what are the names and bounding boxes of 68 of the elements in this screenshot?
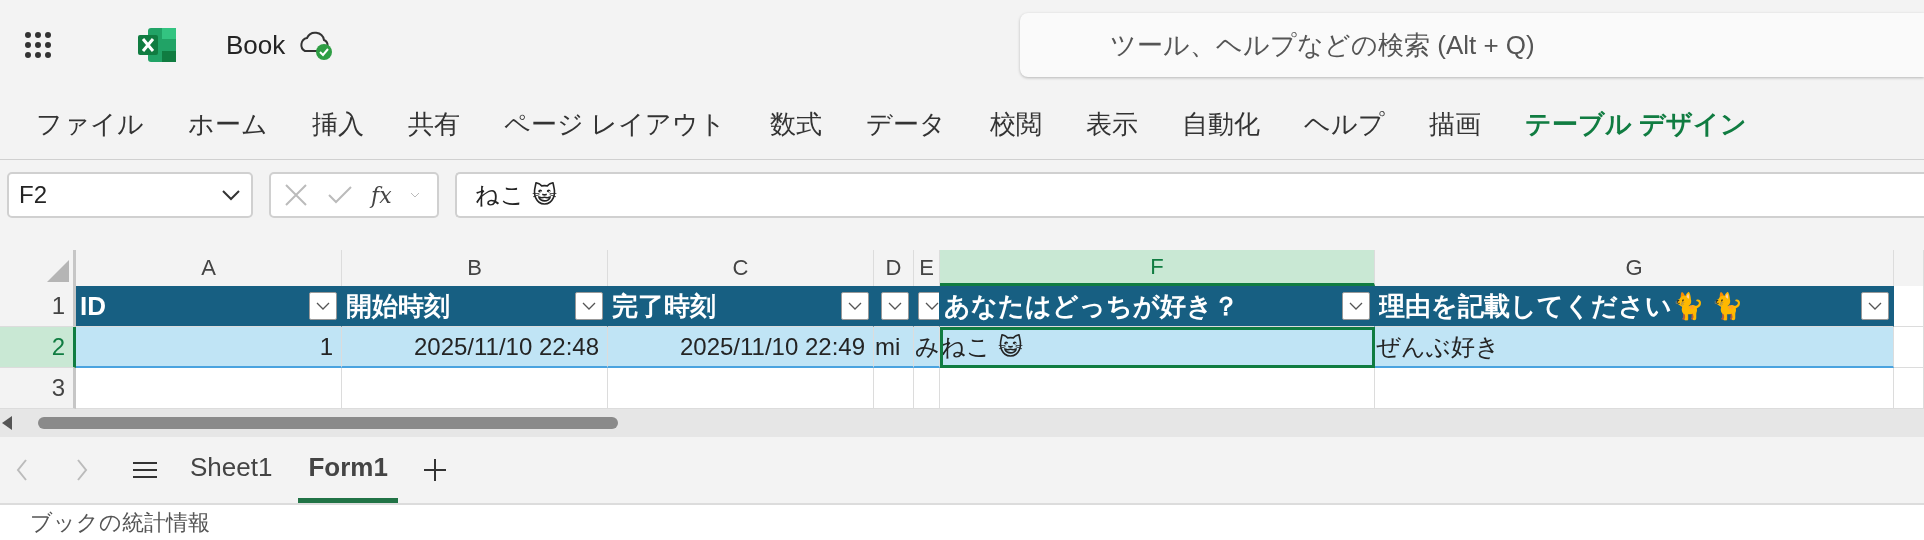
document-title: Book — [226, 29, 286, 61]
column-header[interactable]: C — [608, 250, 874, 286]
search-field[interactable]: ツール、ヘルプなどの検索 (Alt + Q) — [1020, 13, 1924, 77]
filter-dropdown[interactable] — [1342, 292, 1370, 320]
filter-dropdown[interactable] — [309, 292, 337, 320]
table-cell[interactable]: ぜんぶ好き — [1375, 327, 1894, 368]
active-cell[interactable]: ねこ 😺 — [940, 327, 1375, 368]
ribbon-tab[interactable]: ファイル — [20, 107, 160, 142]
row-header[interactable]: 1 — [0, 286, 76, 327]
scroll-left-icon[interactable] — [2, 416, 12, 430]
ribbon-tab[interactable]: 校閲 — [974, 107, 1059, 142]
chevron-down-icon — [925, 302, 939, 310]
column-header[interactable]: F — [940, 250, 1375, 286]
column-header[interactable] — [1894, 250, 1924, 286]
name-box[interactable]: F2 — [7, 172, 253, 218]
add-sheet-icon[interactable] — [421, 456, 448, 484]
ribbon-tab[interactable]: ヘルプ — [1288, 107, 1402, 142]
table-cell[interactable]: 2025/11/10 22:49 — [608, 327, 874, 368]
insert-function-button[interactable]: fx — [371, 182, 392, 208]
filter-dropdown[interactable] — [575, 292, 603, 320]
table-cell[interactable]: 2025/11/10 22:48 — [342, 327, 608, 368]
chevron-down-icon — [1868, 302, 1882, 310]
ribbon-tab[interactable]: データ — [850, 107, 963, 142]
filter-dropdown[interactable] — [918, 292, 939, 320]
ribbon-tab[interactable]: 表示 — [1070, 107, 1155, 142]
chevron-down-icon[interactable] — [409, 191, 420, 199]
filter-dropdown[interactable] — [1861, 292, 1889, 320]
ribbon-tab[interactable]: ページ レイアウト — [488, 107, 743, 142]
chevron-down-icon — [848, 302, 862, 310]
horizontal-scrollbar-thumb[interactable] — [38, 417, 618, 429]
column-header[interactable]: A — [76, 250, 342, 286]
column-title: 理由を記載してください🐈 🐈 — [1379, 289, 1744, 323]
row-header[interactable]: 3 — [0, 368, 76, 409]
chevron-down-icon — [316, 302, 330, 310]
select-all-icon[interactable] — [47, 260, 69, 282]
column-title: あなたはどっちが好き？ — [944, 289, 1239, 323]
column-header[interactable]: E — [914, 250, 940, 286]
column-header[interactable]: D — [874, 250, 914, 286]
app-launcher-icon[interactable] — [24, 31, 52, 59]
filter-dropdown[interactable] — [881, 292, 909, 320]
column-header[interactable]: G — [1375, 250, 1894, 286]
row-header[interactable]: 2 — [0, 327, 76, 368]
column-title: 完了時刻 — [612, 289, 716, 323]
ribbon-tab[interactable]: テーブル デザイン — [1509, 107, 1764, 142]
spreadsheet-logo-icon — [136, 26, 178, 64]
chevron-down-icon — [888, 302, 902, 310]
column-title: ID — [80, 290, 106, 322]
column-header[interactable]: B — [342, 250, 608, 286]
column-title: 開始時刻 — [346, 289, 450, 323]
table-cell[interactable]: mi — [874, 327, 914, 368]
sheet-tab[interactable]: Sheet1 — [180, 437, 283, 503]
ribbon-tab[interactable]: 描画 — [1413, 107, 1498, 142]
ribbon-tab[interactable]: 自動化 — [1166, 107, 1277, 142]
cancel-icon[interactable] — [283, 182, 309, 208]
formula-input[interactable]: ねこ 😺 — [455, 172, 1924, 218]
status-text[interactable]: ブックの統計情報 — [30, 507, 210, 538]
table-cell[interactable]: 1 — [76, 327, 342, 368]
chevron-down-icon — [582, 302, 596, 310]
ribbon-tab[interactable]: 共有 — [392, 107, 476, 142]
chevron-down-icon — [1349, 302, 1363, 310]
table-cell[interactable] — [1894, 327, 1924, 368]
ribbon-tab[interactable]: ホーム — [172, 107, 284, 142]
table-cell[interactable] — [1894, 286, 1924, 327]
table-cell[interactable]: み — [914, 327, 940, 368]
ribbon-tab[interactable]: 挿入 — [296, 107, 380, 142]
chevron-down-icon — [221, 189, 241, 201]
filter-dropdown[interactable] — [841, 292, 869, 320]
ribbon-tab[interactable]: 数式 — [754, 107, 839, 142]
